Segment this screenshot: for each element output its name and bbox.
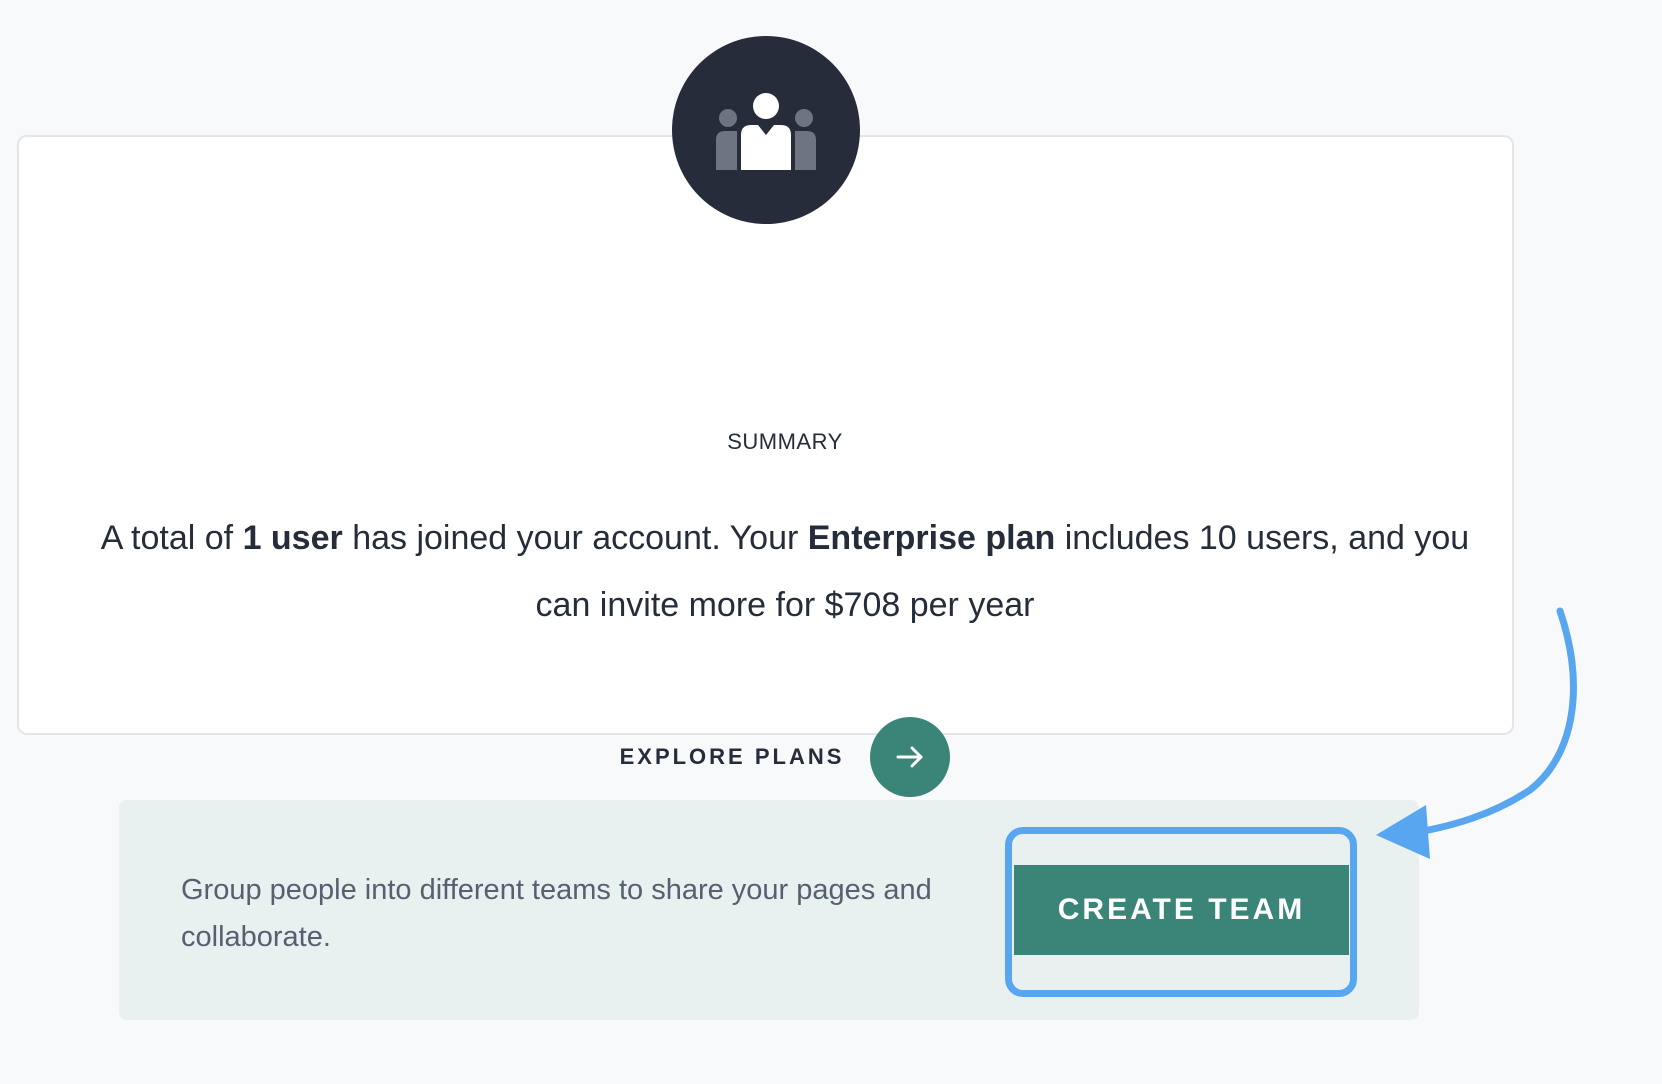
explore-plans-label[interactable]: EXPLORE PLANS [620,744,845,770]
team-avatar [672,36,860,224]
user-count: 1 user [242,519,343,557]
explore-plans-link[interactable]: EXPLORE PLANS [19,717,1551,797]
summary-text-part1: A total of [100,519,243,557]
plan-name: Enterprise plan [807,519,1056,557]
summary-text-part2: has joined your account. Your [342,519,808,557]
team-description: Group people into different teams to sha… [181,874,932,953]
create-team-button[interactable]: CREATE TEAM [1014,865,1349,955]
summary-card: SUMMARY A total of 1 user has joined you… [17,135,1514,797]
annotation-arrow [1376,607,1577,859]
summary-label: SUMMARY [727,429,843,454]
arrow-right-icon [896,746,923,768]
explore-plans-button[interactable] [870,717,951,797]
team-icon [716,93,816,170]
summary-text: A total of 1 user has joined your accoun… [79,505,1491,639]
